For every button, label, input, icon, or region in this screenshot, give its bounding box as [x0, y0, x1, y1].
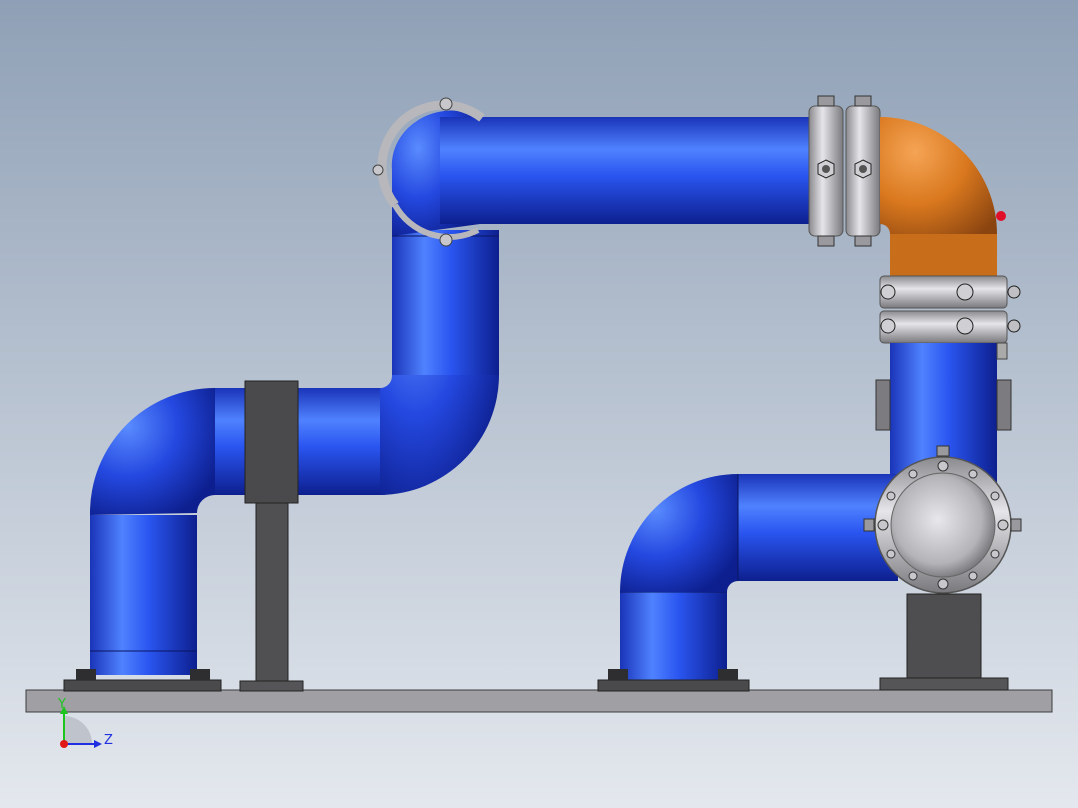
middle-horizontal-pipe[interactable]: [215, 388, 385, 495]
right-pedestal-support[interactable]: [906, 593, 982, 679]
red-marker: [996, 211, 1006, 221]
pipe-support-post[interactable]: [255, 502, 289, 684]
pipe-support-clamp[interactable]: [244, 380, 299, 504]
pipe-assembly-model[interactable]: Y Z: [0, 0, 1078, 808]
top-horizontal-pipe[interactable]: [440, 117, 815, 224]
right-lower-vertical-pipe[interactable]: [620, 590, 727, 680]
cad-graphics-viewport[interactable]: Y Z: [0, 0, 1078, 808]
copper-elbow-extension[interactable]: [890, 234, 997, 276]
support-foot-plate[interactable]: [239, 680, 304, 692]
middle-riser-pipe[interactable]: [392, 230, 499, 375]
right-pedestal-base[interactable]: [879, 677, 1009, 691]
base-plate[interactable]: [25, 689, 1053, 713]
triad-y-label: Y: [57, 697, 66, 712]
triad-z-label: Z: [104, 733, 113, 748]
